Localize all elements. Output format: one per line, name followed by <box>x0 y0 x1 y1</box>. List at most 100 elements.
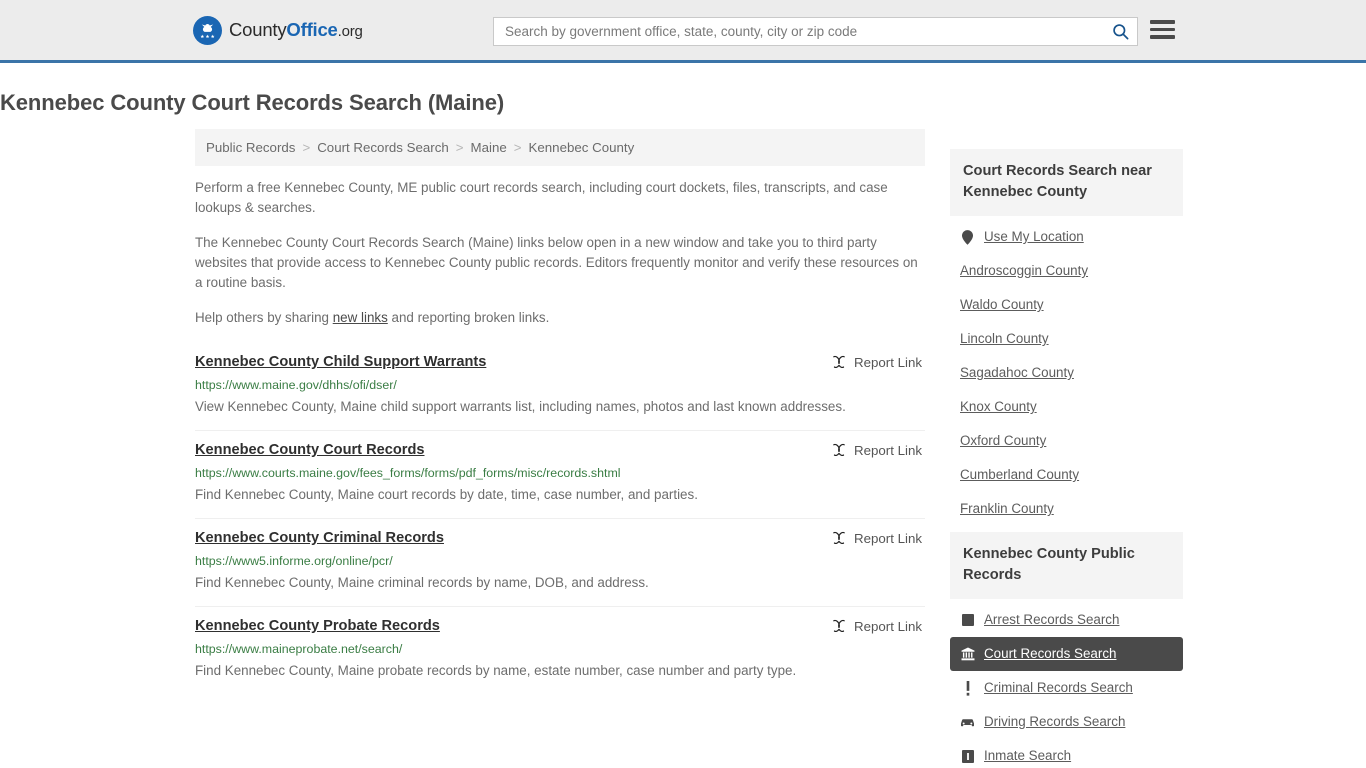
intro-p3-after: and reporting broken links. <box>387 310 550 325</box>
search-icon <box>1112 24 1128 40</box>
sidebar-item-label: Criminal Records Search <box>984 680 1133 695</box>
result-header: Kennebec County Criminal Records Report … <box>195 529 925 548</box>
hamburger-bar <box>1150 20 1175 24</box>
hamburger-bar <box>1150 35 1175 39</box>
new-links-link[interactable]: new links <box>333 310 388 325</box>
nearby-county-link[interactable]: Androscoggin County <box>960 263 1088 278</box>
report-link-label: Report Link <box>854 442 922 458</box>
breadcrumb: Public Records > Court Records Search > … <box>195 129 925 166</box>
sidebar: Court Records Search near Kennebec Count… <box>950 129 1183 768</box>
nearby-county-link[interactable]: Lincoln County <box>960 331 1049 346</box>
broken-link-icon <box>833 443 845 457</box>
report-link-button[interactable]: Report Link <box>831 618 925 634</box>
public-records-panel-heading: Kennebec County Public Records <box>950 532 1183 599</box>
nearby-county-item[interactable]: Androscoggin County <box>950 254 1183 288</box>
nearby-county-link[interactable]: Cumberland County <box>960 467 1079 482</box>
sidebar-item-driving-records-search[interactable]: Driving Records Search <box>950 705 1183 739</box>
intro-paragraph-3: Help others by sharing new links and rep… <box>195 308 925 328</box>
result-title-link[interactable]: Kennebec County Criminal Records <box>195 529 444 548</box>
search-input[interactable] <box>494 18 1103 45</box>
report-link-button[interactable]: Report Link <box>831 442 925 458</box>
nearby-panel-list: Use My Location Androscoggin County Wald… <box>950 216 1183 526</box>
county-office-eagle-icon <box>193 15 222 45</box>
result-title-link[interactable]: Kennebec County Child Support Warrants <box>195 353 486 372</box>
fingerprint-icon <box>960 614 975 626</box>
result-description: Find Kennebec County, Maine court record… <box>195 487 698 502</box>
result-url: https://www.courts.maine.gov/fees_forms/… <box>195 466 621 480</box>
report-link-label: Report Link <box>854 530 922 546</box>
search-submit-button[interactable] <box>1103 18 1137 45</box>
intro-text: Perform a free Kennebec County, ME publi… <box>195 166 925 328</box>
result-item: Kennebec County Criminal Records Report … <box>195 519 925 607</box>
nearby-county-item[interactable]: Lincoln County <box>950 322 1183 356</box>
hamburger-menu-icon[interactable] <box>1150 20 1175 39</box>
result-description: View Kennebec County, Maine child suppor… <box>195 399 846 414</box>
brand-wordmark: CountyOffice.org <box>229 19 363 41</box>
exclamation-icon <box>960 680 975 696</box>
jail-icon <box>960 749 975 763</box>
sidebar-item-criminal-records-search[interactable]: Criminal Records Search <box>950 671 1183 705</box>
sidebar-item-label: Arrest Records Search <box>984 612 1120 627</box>
page-title: Kennebec County Court Records Search (Ma… <box>0 90 505 115</box>
map-pin-icon <box>960 229 975 245</box>
report-link-label: Report Link <box>854 354 922 370</box>
brand-part-office: Office <box>286 19 338 40</box>
breadcrumb-separator: > <box>513 140 522 155</box>
breadcrumb-item-court-records-search[interactable]: Court Records Search <box>317 140 449 155</box>
sidebar-item-label: Inmate Search <box>984 748 1072 763</box>
nearby-county-item[interactable]: Knox County <box>950 390 1183 424</box>
result-item: Kennebec County Court Records Report Lin… <box>195 431 925 519</box>
site-header: CountyOffice.org <box>0 0 1366 63</box>
hamburger-bar <box>1150 27 1175 31</box>
use-my-location-label: Use My Location <box>984 229 1084 244</box>
nearby-county-link[interactable]: Waldo County <box>960 297 1044 312</box>
result-title-link[interactable]: Kennebec County Court Records <box>195 441 424 460</box>
public-records-panel: Kennebec County Public Records Arrest Re… <box>950 532 1183 768</box>
page-body: Kennebec County Court Records Search (Ma… <box>0 90 1366 768</box>
nearby-county-item[interactable]: Waldo County <box>950 288 1183 322</box>
nearby-county-link[interactable]: Sagadahoc County <box>960 365 1074 380</box>
sidebar-item-label: Driving Records Search <box>984 714 1126 729</box>
nearby-county-item[interactable]: Sagadahoc County <box>950 356 1183 390</box>
report-link-label: Report Link <box>854 618 922 634</box>
sidebar-item-inmate-search[interactable]: Inmate Search <box>950 739 1183 768</box>
public-records-panel-list: Arrest Records Search Court Records Sear… <box>950 599 1183 768</box>
results-list: Kennebec County Child Support Warrants R… <box>195 343 925 694</box>
nearby-search-panel: Court Records Search near Kennebec Count… <box>950 149 1183 526</box>
nearby-county-link[interactable]: Franklin County <box>960 501 1054 516</box>
breadcrumb-item-public-records[interactable]: Public Records <box>206 140 295 155</box>
nearby-county-link[interactable]: Knox County <box>960 399 1037 414</box>
broken-link-icon <box>833 619 845 633</box>
report-link-button[interactable]: Report Link <box>831 354 925 370</box>
result-header: Kennebec County Child Support Warrants R… <box>195 353 925 372</box>
breadcrumb-separator: > <box>302 140 311 155</box>
car-icon <box>960 717 975 728</box>
sidebar-item-arrest-records-search[interactable]: Arrest Records Search <box>950 603 1183 637</box>
nearby-county-link[interactable]: Oxford County <box>960 433 1046 448</box>
nearby-county-item[interactable]: Oxford County <box>950 424 1183 458</box>
nearby-county-item[interactable]: Franklin County <box>950 492 1183 526</box>
result-description: Find Kennebec County, Maine criminal rec… <box>195 575 649 590</box>
sidebar-item-court-records-search[interactable]: Court Records Search <box>950 637 1183 671</box>
report-link-button[interactable]: Report Link <box>831 530 925 546</box>
nearby-panel-heading: Court Records Search near Kennebec Count… <box>950 149 1183 216</box>
result-url: https://www.maineprobate.net/search/ <box>195 642 403 656</box>
brand-part-county: County <box>229 19 287 40</box>
nearby-county-item[interactable]: Cumberland County <box>950 458 1183 492</box>
search-bar[interactable] <box>493 17 1138 46</box>
broken-link-icon <box>833 531 845 545</box>
result-url: https://www5.informe.org/online/pcr/ <box>195 554 393 568</box>
sidebar-item-label: Court Records Search <box>984 646 1117 661</box>
breadcrumb-separator: > <box>455 140 464 155</box>
broken-link-icon <box>833 355 845 369</box>
site-logo-link[interactable]: CountyOffice.org <box>193 15 363 45</box>
result-description: Find Kennebec County, Maine probate reco… <box>195 663 797 678</box>
result-item: Kennebec County Probate Records Report L… <box>195 607 925 694</box>
result-url: https://www.maine.gov/dhhs/ofi/dser/ <box>195 378 397 392</box>
breadcrumb-item-maine[interactable]: Maine <box>471 140 507 155</box>
result-title-link[interactable]: Kennebec County Probate Records <box>195 617 440 636</box>
result-item: Kennebec County Child Support Warrants R… <box>195 343 925 431</box>
use-my-location-item[interactable]: Use My Location <box>950 220 1183 254</box>
intro-paragraph-1: Perform a free Kennebec County, ME publi… <box>195 180 888 215</box>
intro-p3-before: Help others by sharing <box>195 310 333 325</box>
